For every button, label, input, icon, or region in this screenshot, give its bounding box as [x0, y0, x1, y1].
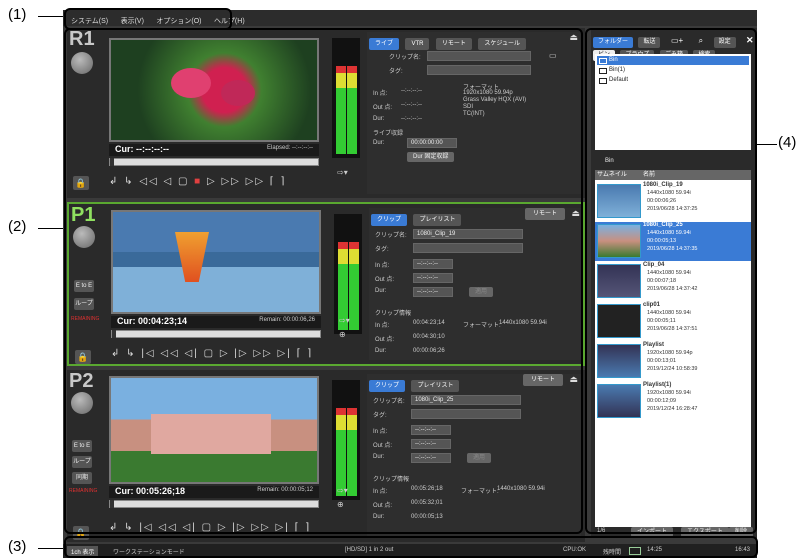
callout-frame-3	[64, 536, 758, 558]
callout-3: (3)	[8, 538, 27, 555]
callout-line	[38, 228, 64, 229]
callout-line	[38, 16, 64, 17]
callout-line	[38, 548, 64, 549]
callout-2: (2)	[8, 218, 27, 235]
callout-frame-4	[585, 28, 757, 534]
callout-line	[757, 144, 777, 145]
callout-frame-1	[64, 8, 232, 30]
callout-1: (1)	[8, 6, 27, 23]
callout-4: (4)	[778, 134, 797, 151]
callout-frame-2	[64, 28, 583, 534]
